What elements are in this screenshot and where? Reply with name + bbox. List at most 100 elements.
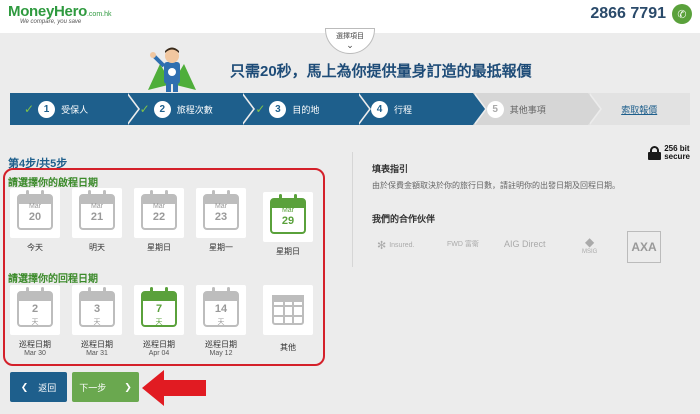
departure-date-label: 請選擇你的啟程日期 [8,178,98,189]
partner-msig-logo: ◆ MSIG [582,235,597,255]
back-label: 返回 [38,382,57,393]
step-label: 受保人 [61,104,89,115]
page-headline: 只需20秒，馬上為你提供量身訂造的最抵報價 [230,63,532,80]
days-unit: 天 [93,319,101,326]
step-5[interactable]: 5 其他事項 [472,93,603,125]
return-date-option-selected[interactable]: 7 天 [134,285,184,335]
date-day: 23 [214,211,228,223]
departure-date-option-selected[interactable]: Mar 29 [263,192,313,242]
days-unit: 天 [217,319,225,326]
date-month: Mar [152,203,166,210]
trip-days: 3 [93,303,101,315]
progress-steps: ✓ 1 受保人 ✓ 2 旅程次數 ✓ 3 目的地 4 行程 5 其他事項 索取報… [10,93,691,125]
step-2[interactable]: ✓ 2 旅程次數 [125,93,256,125]
date-caption: 巡程日期 [205,340,237,349]
return-date: Apr 04 [148,350,170,357]
return-date-option[interactable]: 2 天 [10,285,60,335]
next-label: 下一步 [79,382,107,393]
step-number: 5 [486,100,504,118]
date-month: Mar [281,207,295,214]
check-icon: ✓ [139,102,150,116]
check-icon: ✓ [255,102,266,116]
partner-axa-logo: AXA [627,231,661,263]
guide-title: 填表指引 [372,164,409,174]
step-number: 3 [269,100,287,118]
date-caption: 星期日 [276,247,300,256]
return-date-label: 請選擇你的回程日期 [8,274,98,285]
chevron-right-icon: ❯ [124,381,132,392]
step-label: 索取報價 [621,104,658,115]
date-caption: 巡程日期 [19,340,51,349]
chevron-left-icon: ❮ [20,381,29,392]
departure-date-option[interactable]: Mar 23 [196,188,246,238]
date-caption: 巡程日期 [81,340,113,349]
date-month: Mar [28,203,42,210]
date-day: 22 [152,211,166,223]
calendar-grid-icon [272,295,304,325]
select-tab-label: 選擇項目 [336,33,364,40]
trip-days: 14 [214,303,228,315]
logo-tagline: We compare, you save [20,19,82,25]
flower-icon: ✻ [377,240,387,252]
date-caption: 星期日 [147,243,171,252]
step-number: 4 [371,100,389,118]
next-button[interactable]: 下一步 ❯ [72,372,139,402]
partner-fwd-logo: FWD 富衛 [447,239,479,249]
guide-panel: 填表指引 由於保費金額取決於你的旅行日數，請註明你的出發日期及回程日期。 我們的… [352,155,692,270]
logo-text: MoneyHero [8,3,87,20]
departure-date-option[interactable]: Mar 22 [134,188,184,238]
guide-text: 由於保費金額取決於你的旅行日數，請註明你的出發日期及回程日期。 [372,181,620,190]
return-date: Mar 30 [24,350,46,357]
partner-aig-logo: AIG Direct [504,239,546,249]
check-icon: ✓ [24,102,35,116]
date-day: 20 [28,211,42,223]
departure-date-option[interactable]: Mar 20 [10,188,60,238]
return-date: Mar 31 [86,350,108,357]
departure-date-option[interactable]: Mar 21 [72,188,122,238]
back-button[interactable]: ❮ 返回 [10,372,67,402]
partner-name: FWD 富衛 [447,241,479,248]
step-get-quote[interactable]: 索取報價 [588,93,691,125]
step-number: 2 [153,100,171,118]
partner-name: AIG Direct [504,239,546,249]
date-month: Mar [214,203,228,210]
return-date: May 12 [209,350,233,357]
date-month: Mar [90,203,104,210]
date-caption: 今天 [27,243,43,252]
phone-contact[interactable]: 2866 7791 ✆ [590,4,692,24]
step-3[interactable]: ✓ 3 目的地 [241,93,372,125]
return-date-other-option[interactable] [263,285,313,335]
step-label: 行程 [394,104,413,115]
step-4[interactable]: 4 行程 [357,93,487,125]
partner-name: MSIG [582,249,598,255]
days-unit: 天 [31,319,39,326]
step-label: 其他事項 [509,104,546,115]
phone-number: 2866 7791 [590,5,666,22]
date-day: 29 [281,215,295,227]
partners-title: 我們的合作伙伴 [372,214,436,224]
return-date-option[interactable]: 3 天 [72,285,122,335]
phone-icon: ✆ [672,4,692,24]
date-caption: 明天 [89,243,105,252]
partner-name: Insured. [389,242,415,249]
date-caption: 巡程日期 [143,340,175,349]
logo-domain: .com.hk [86,11,112,18]
select-items-tab[interactable]: 選擇項目 ⌄ [325,28,375,54]
step-1[interactable]: ✓ 1 受保人 [10,93,140,125]
moneyhero-logo[interactable]: MoneyHero.com.hk We compare, you save [8,3,112,25]
chevron-down-icon: ⌄ [346,40,354,50]
partner-insured-logo: ✻ Insured. [377,239,415,252]
trip-days: 2 [31,303,39,315]
trip-days: 7 [155,303,163,315]
date-caption: 星期一 [209,243,233,252]
date-day: 21 [90,211,104,223]
msig-mark-icon: ◆ [585,235,595,249]
red-arrow-icon [142,370,206,406]
partner-name: AXA [631,240,657,254]
return-date-option[interactable]: 14 天 [196,285,246,335]
superhero-mascot-icon [148,47,196,92]
other-caption: 其他 [280,343,296,352]
step-label: 旅程次數 [176,104,213,115]
step-number: 1 [38,100,56,118]
days-unit: 天 [155,319,163,326]
